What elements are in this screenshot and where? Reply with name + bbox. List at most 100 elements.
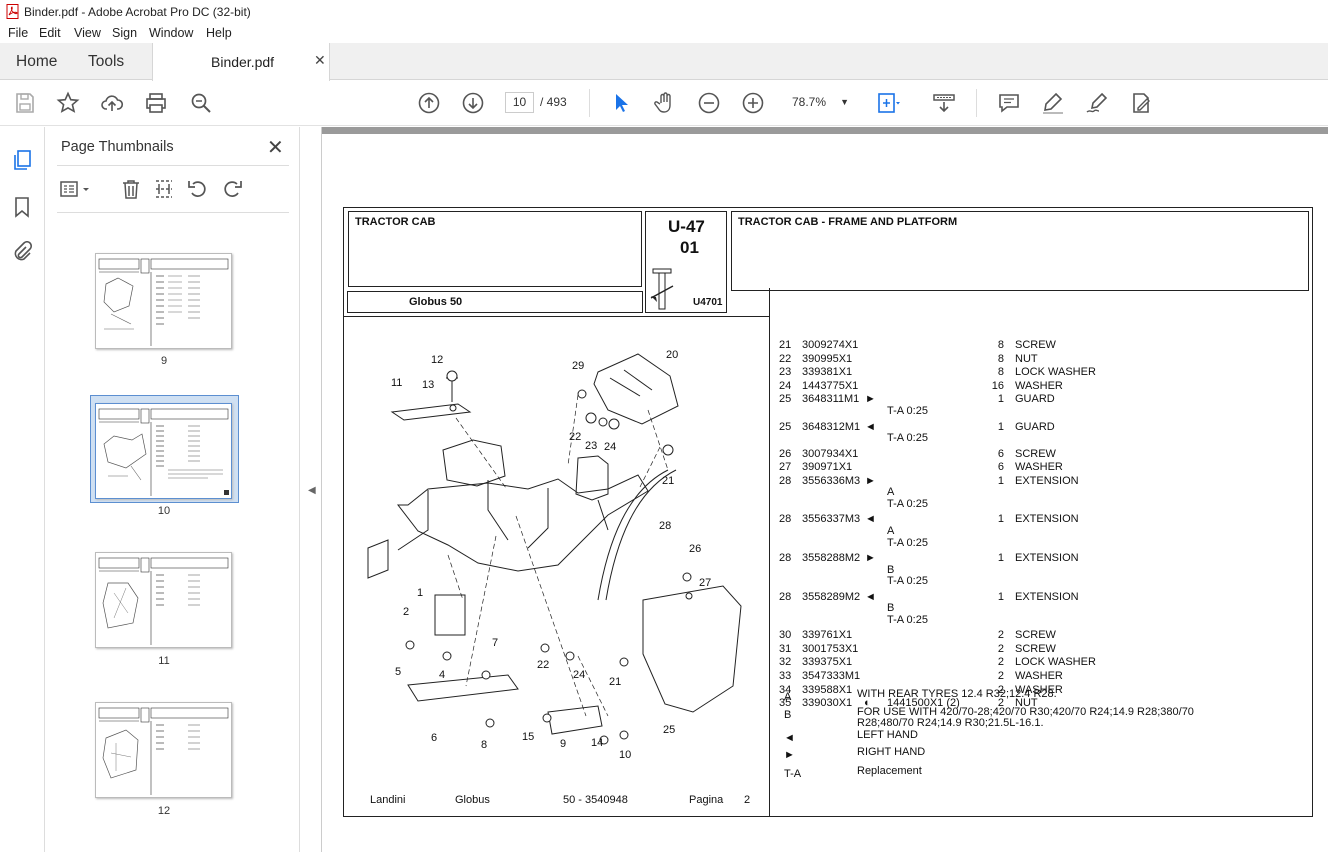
zoom-in-icon[interactable] [741,91,765,115]
thumbnails-icon[interactable] [11,149,33,171]
part-number: 339761X1 [802,629,853,642]
legend-text: RIGHT HAND [857,746,926,758]
tab-document[interactable]: Binder.pdf ✕ [152,43,330,81]
part-hand-marker: ► [865,393,876,406]
hand-icon[interactable] [653,91,677,115]
menu-view[interactable]: View [74,26,101,40]
part-number: 3009274X1 [802,339,859,351]
sign-icon[interactable] [1085,91,1109,115]
part-ref: 26 [779,447,792,460]
zoom-search-icon[interactable] [189,91,213,115]
column-divider [769,288,770,817]
menu-edit[interactable]: Edit [39,26,61,40]
legend-key: T-A [784,768,802,780]
callout-label: 29 [572,360,585,372]
tab-home[interactable]: Home [16,53,57,71]
part-description: EXTENSION [1015,590,1079,603]
part-number: 339381X1 [802,366,853,379]
callout-label: 20 [666,349,679,361]
rotate-left-icon[interactable] [187,178,209,200]
options-menu-icon[interactable] [59,178,93,200]
thumbnail-page-11[interactable] [95,552,232,648]
document-viewer[interactable]: TRACTOR CAB Globus 50 U-47 01 U4701 TRAC… [322,127,1328,852]
part-quantity: 1 [997,513,1004,526]
page-count: / 493 [540,95,567,109]
part-description: LOCK WASHER [1015,656,1096,669]
close-panel-icon[interactable]: ✕ [267,135,284,160]
page-number-input[interactable]: 10 [505,92,534,113]
thumbnail-page-9[interactable] [95,253,232,349]
part-quantity: 8 [997,352,1004,365]
save-icon[interactable] [13,91,37,115]
part-number: 3648311M1 [802,393,860,406]
part-description: LOCK WASHER [1015,366,1096,379]
part-quantity: 1 [997,393,1004,406]
print-icon[interactable] [144,91,168,115]
part-hand-marker: ► [865,552,876,564]
part-description: NUT [1015,352,1038,365]
select-arrow-icon[interactable] [609,91,633,115]
callout-label: 21 [609,676,622,688]
rotate-right-icon[interactable] [221,178,243,200]
code-sub: 01 [680,238,699,257]
part-number: 390995X1 [802,352,853,365]
part-ref: 24 [779,379,792,392]
thumbnails-panel: Page Thumbnails ✕ 9 10 11 12 [45,127,337,852]
scroll-mode-icon[interactable] [932,91,956,115]
panel-title: Page Thumbnails [61,139,174,155]
part-quantity: 1 [997,552,1004,564]
pdf-page: TRACTOR CAB Globus 50 U-47 01 U4701 TRAC… [343,207,1313,817]
upload-icon[interactable] [100,91,124,115]
thumbnail-page-12[interactable] [95,702,232,798]
callout-label: 10 [619,749,632,761]
attachment-icon[interactable] [11,240,33,263]
part-ref: 23 [779,366,792,379]
callout-label: 8 [481,739,488,751]
next-page-icon[interactable] [461,91,485,115]
zoom-select[interactable]: 78.7% ▼ [787,92,853,113]
legend-text: LEFT HAND [857,729,918,741]
menu-file[interactable]: File [8,26,28,40]
part-number: 3556336M3 [802,474,861,487]
bolt-symbol-icon [650,268,674,310]
callout-label: 7 [492,637,499,649]
extract-page-icon[interactable] [153,178,175,200]
menu-sign[interactable]: Sign [112,26,137,40]
tab-tools[interactable]: Tools [88,53,124,71]
part-hand-marker: ◄ [865,590,876,603]
menu-help[interactable]: Help [206,26,232,40]
part-note: A [887,525,895,537]
part-number: 3558288M2 [802,552,861,564]
redact-icon[interactable] [1129,91,1153,115]
zoom-out-icon[interactable] [697,91,721,115]
prev-page-icon[interactable] [417,91,441,115]
footer-page-label: Pagina [689,794,724,806]
menu-window[interactable]: Window [149,26,193,40]
thumbnail-page-10[interactable] [95,403,232,499]
part-quantity: 2 [997,656,1004,669]
callout-label: 22 [569,431,582,443]
delete-page-icon[interactable] [120,178,142,200]
toolbar-divider [976,89,977,117]
part-ref: 28 [779,552,792,564]
fit-page-icon[interactable] [876,91,900,115]
comment-icon[interactable] [997,91,1021,115]
highlight-icon[interactable] [1041,91,1065,115]
part-quantity: 1 [997,420,1004,433]
model-name: Globus 50 [409,296,463,308]
legend-text: R28;480/70 R24;14.9 R30;21.5L-16.1. [857,717,1044,729]
close-tab-icon[interactable]: ✕ [314,52,326,69]
footer-brand: Landini [370,794,406,806]
menu-bar: File Edit View Sign Window Help [0,23,1328,43]
part-description: WASHER [1015,670,1063,682]
panel-collapse-handle[interactable]: ◀ [300,127,322,852]
legend-key: A [784,691,792,703]
bookmark-icon[interactable] [11,196,33,218]
star-icon[interactable] [56,91,80,115]
part-quantity: 6 [997,447,1004,460]
collapse-arrow-icon: ◀ [308,485,316,496]
header-left-box: TRACTOR CAB [348,211,642,287]
part-description: EXTENSION [1015,552,1079,564]
part-quantity: 6 [997,461,1004,474]
callout-label: 26 [689,543,702,555]
